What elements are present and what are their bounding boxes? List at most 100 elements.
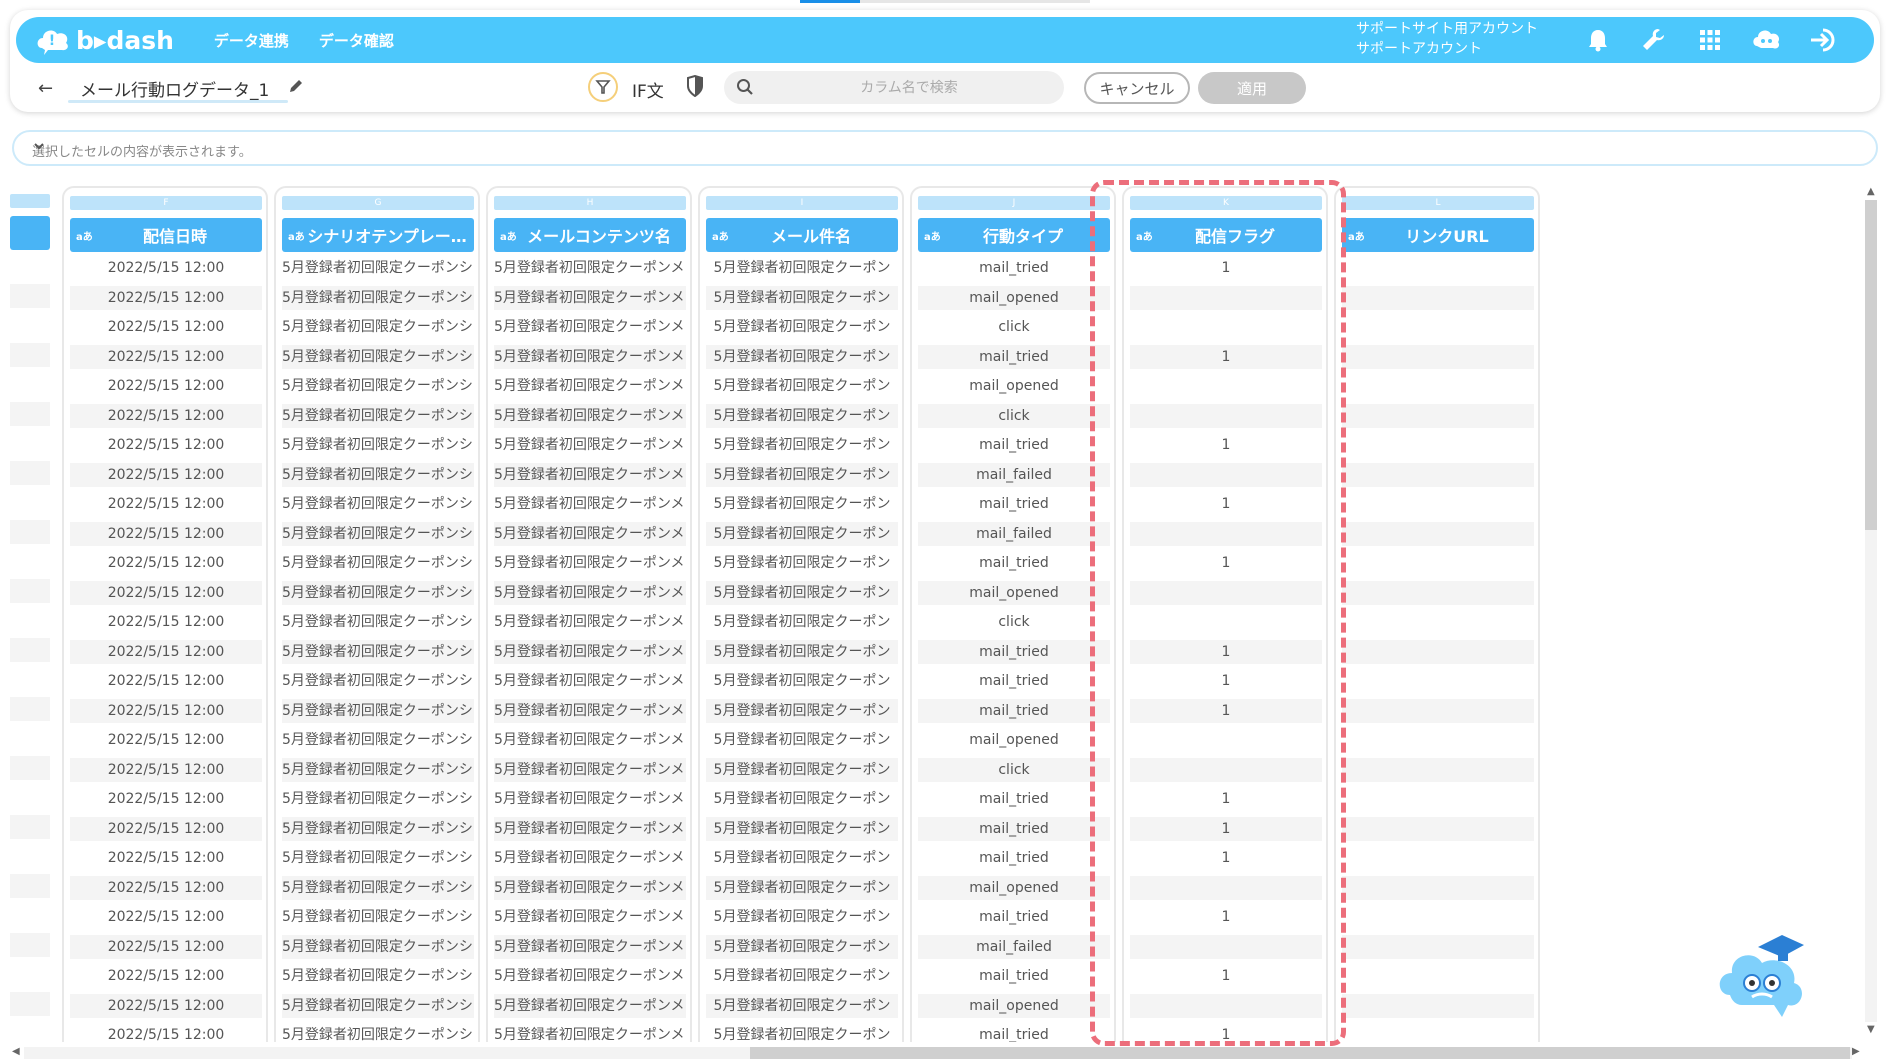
table-cell[interactable] [1130, 934, 1322, 959]
partial-cell[interactable] [10, 372, 50, 396]
table-cell[interactable]: click [918, 315, 1110, 339]
column-partial-letter-bar[interactable] [10, 194, 50, 208]
table-cell[interactable]: mail_tried [918, 256, 1110, 280]
table-cell[interactable]: mail_opened [918, 374, 1110, 398]
partial-cell[interactable] [10, 873, 50, 898]
table-cell[interactable]: 5月登録者初回限定クーポン [706, 698, 898, 723]
cell-content-bar[interactable]: 選択したセルの内容が表示されます。 [12, 130, 1878, 166]
table-cell[interactable]: 5月登録者初回限定クーポン [706, 787, 898, 811]
table-cell[interactable]: mail_failed [918, 462, 1110, 487]
table-cell[interactable]: 1 [1130, 492, 1322, 516]
table-cell[interactable]: 2022/5/15 12:00 [70, 787, 262, 811]
table-cell[interactable]: 2022/5/15 12:00 [70, 669, 262, 693]
table-cell[interactable] [1342, 669, 1534, 693]
table-cell[interactable] [1342, 433, 1534, 457]
table-cell[interactable]: 5月登録者初回限定クーポン [706, 492, 898, 516]
table-cell[interactable]: 2022/5/15 12:00 [70, 285, 262, 310]
table-cell[interactable]: mail_failed [918, 521, 1110, 546]
table-cell[interactable] [1342, 580, 1534, 605]
table-cell[interactable]: 2022/5/15 12:00 [70, 1023, 262, 1042]
bell-icon[interactable] [1582, 25, 1614, 55]
table-cell[interactable]: mail_tried [918, 905, 1110, 929]
table-cell[interactable]: 1 [1130, 964, 1322, 988]
table-cell[interactable]: 5月登録者初回限定クーポン [706, 285, 898, 310]
table-cell[interactable]: mail_tried [918, 433, 1110, 457]
table-cell[interactable]: 5月登録者初回限定クーポンシ... [282, 875, 474, 900]
partial-cell[interactable] [10, 844, 50, 868]
table-cell[interactable]: 5月登録者初回限定クーポンシ... [282, 787, 474, 811]
table-cell[interactable]: 1 [1130, 551, 1322, 575]
table-cell[interactable]: 1 [1130, 846, 1322, 870]
partial-cell[interactable] [10, 608, 50, 632]
table-cell[interactable]: 5月登録者初回限定クーポン [706, 580, 898, 605]
table-cell[interactable]: 5月登録者初回限定クーポンメ... [494, 462, 686, 487]
table-cell[interactable]: 5月登録者初回限定クーポン [706, 521, 898, 546]
column-partial-header[interactable] [10, 216, 50, 250]
table-cell[interactable] [1130, 374, 1322, 398]
table-cell[interactable]: 1 [1130, 433, 1322, 457]
table-cell[interactable] [1130, 285, 1322, 310]
table-cell[interactable]: 5月登録者初回限定クーポンメ... [494, 934, 686, 959]
table-cell[interactable]: mail_opened [918, 875, 1110, 900]
partial-cell[interactable] [10, 903, 50, 927]
table-cell[interactable]: 5月登録者初回限定クーポン [706, 993, 898, 1018]
table-cell[interactable] [1342, 315, 1534, 339]
table-cell[interactable]: 5月登録者初回限定クーポンメ... [494, 551, 686, 575]
column-header[interactable]: aあ メール件名 [706, 218, 898, 252]
table-cell[interactable]: 1 [1130, 1023, 1322, 1042]
table-cell[interactable]: 5月登録者初回限定クーポンメ... [494, 521, 686, 546]
table-cell[interactable]: 2022/5/15 12:00 [70, 757, 262, 782]
table-cell[interactable] [1342, 374, 1534, 398]
partial-cell[interactable] [10, 254, 50, 278]
table-cell[interactable]: 5月登録者初回限定クーポンシ... [282, 639, 474, 664]
table-cell[interactable]: 5月登録者初回限定クーポンメ... [494, 580, 686, 605]
table-cell[interactable]: mail_opened [918, 728, 1110, 752]
table-cell[interactable]: 5月登録者初回限定クーポンメ... [494, 787, 686, 811]
column-search-input[interactable] [764, 71, 1054, 104]
table-cell[interactable]: 5月登録者初回限定クーポンメ... [494, 610, 686, 634]
table-cell[interactable]: 5月登録者初回限定クーポン [706, 344, 898, 369]
table-cell[interactable]: 1 [1130, 698, 1322, 723]
table-cell[interactable]: 5月登録者初回限定クーポン [706, 846, 898, 870]
table-cell[interactable]: 5月登録者初回限定クーポンメ... [494, 875, 686, 900]
partial-cell[interactable] [10, 460, 50, 485]
table-cell[interactable]: 2022/5/15 12:00 [70, 492, 262, 516]
partial-cell[interactable] [10, 519, 50, 544]
table-cell[interactable] [1130, 315, 1322, 339]
table-cell[interactable]: click [918, 757, 1110, 782]
table-cell[interactable] [1342, 403, 1534, 428]
partial-cell[interactable] [10, 726, 50, 750]
table-cell[interactable]: 5月登録者初回限定クーポンシ... [282, 698, 474, 723]
table-cell[interactable]: 5月登録者初回限定クーポン [706, 728, 898, 752]
table-cell[interactable]: 5月登録者初回限定クーポン [706, 315, 898, 339]
table-cell[interactable]: 5月登録者初回限定クーポンシ... [282, 816, 474, 841]
if-statement-button[interactable]: IF文 [632, 77, 664, 102]
table-cell[interactable]: 5月登録者初回限定クーポン [706, 462, 898, 487]
table-cell[interactable]: 5月登録者初回限定クーポンシ... [282, 285, 474, 310]
column-header[interactable]: aあ メールコンテンツ名 [494, 218, 686, 252]
table-cell[interactable]: 5月登録者初回限定クーポンメ... [494, 698, 686, 723]
table-cell[interactable]: 1 [1130, 816, 1322, 841]
partial-cell[interactable] [10, 932, 50, 957]
table-cell[interactable] [1342, 846, 1534, 870]
table-cell[interactable]: 5月登録者初回限定クーポンシ... [282, 462, 474, 487]
table-cell[interactable] [1342, 728, 1534, 752]
table-cell[interactable]: click [918, 610, 1110, 634]
table-cell[interactable]: 5月登録者初回限定クーポンメ... [494, 905, 686, 929]
table-cell[interactable]: 5月登録者初回限定クーポン [706, 403, 898, 428]
table-cell[interactable]: 2022/5/15 12:00 [70, 728, 262, 752]
table-cell[interactable]: 2022/5/15 12:00 [70, 521, 262, 546]
table-cell[interactable]: mail_tried [918, 698, 1110, 723]
table-cell[interactable]: 5月登録者初回限定クーポンシ... [282, 846, 474, 870]
vertical-scrollbar[interactable]: ▲ ▼ [1862, 186, 1880, 1036]
table-cell[interactable]: 5月登録者初回限定クーポンメ... [494, 639, 686, 664]
table-cell[interactable]: 5月登録者初回限定クーポンメ... [494, 403, 686, 428]
filter-funnel-icon[interactable] [588, 72, 618, 102]
table-cell[interactable] [1130, 462, 1322, 487]
table-cell[interactable]: 2022/5/15 12:00 [70, 433, 262, 457]
column-letter[interactable]: F [70, 196, 262, 210]
dataset-name[interactable]: メール行動ログデータ_1 [80, 76, 269, 101]
table-cell[interactable] [1342, 757, 1534, 782]
logo[interactable]: ! b▸dash [34, 24, 174, 56]
table-cell[interactable]: 5月登録者初回限定クーポン [706, 905, 898, 929]
